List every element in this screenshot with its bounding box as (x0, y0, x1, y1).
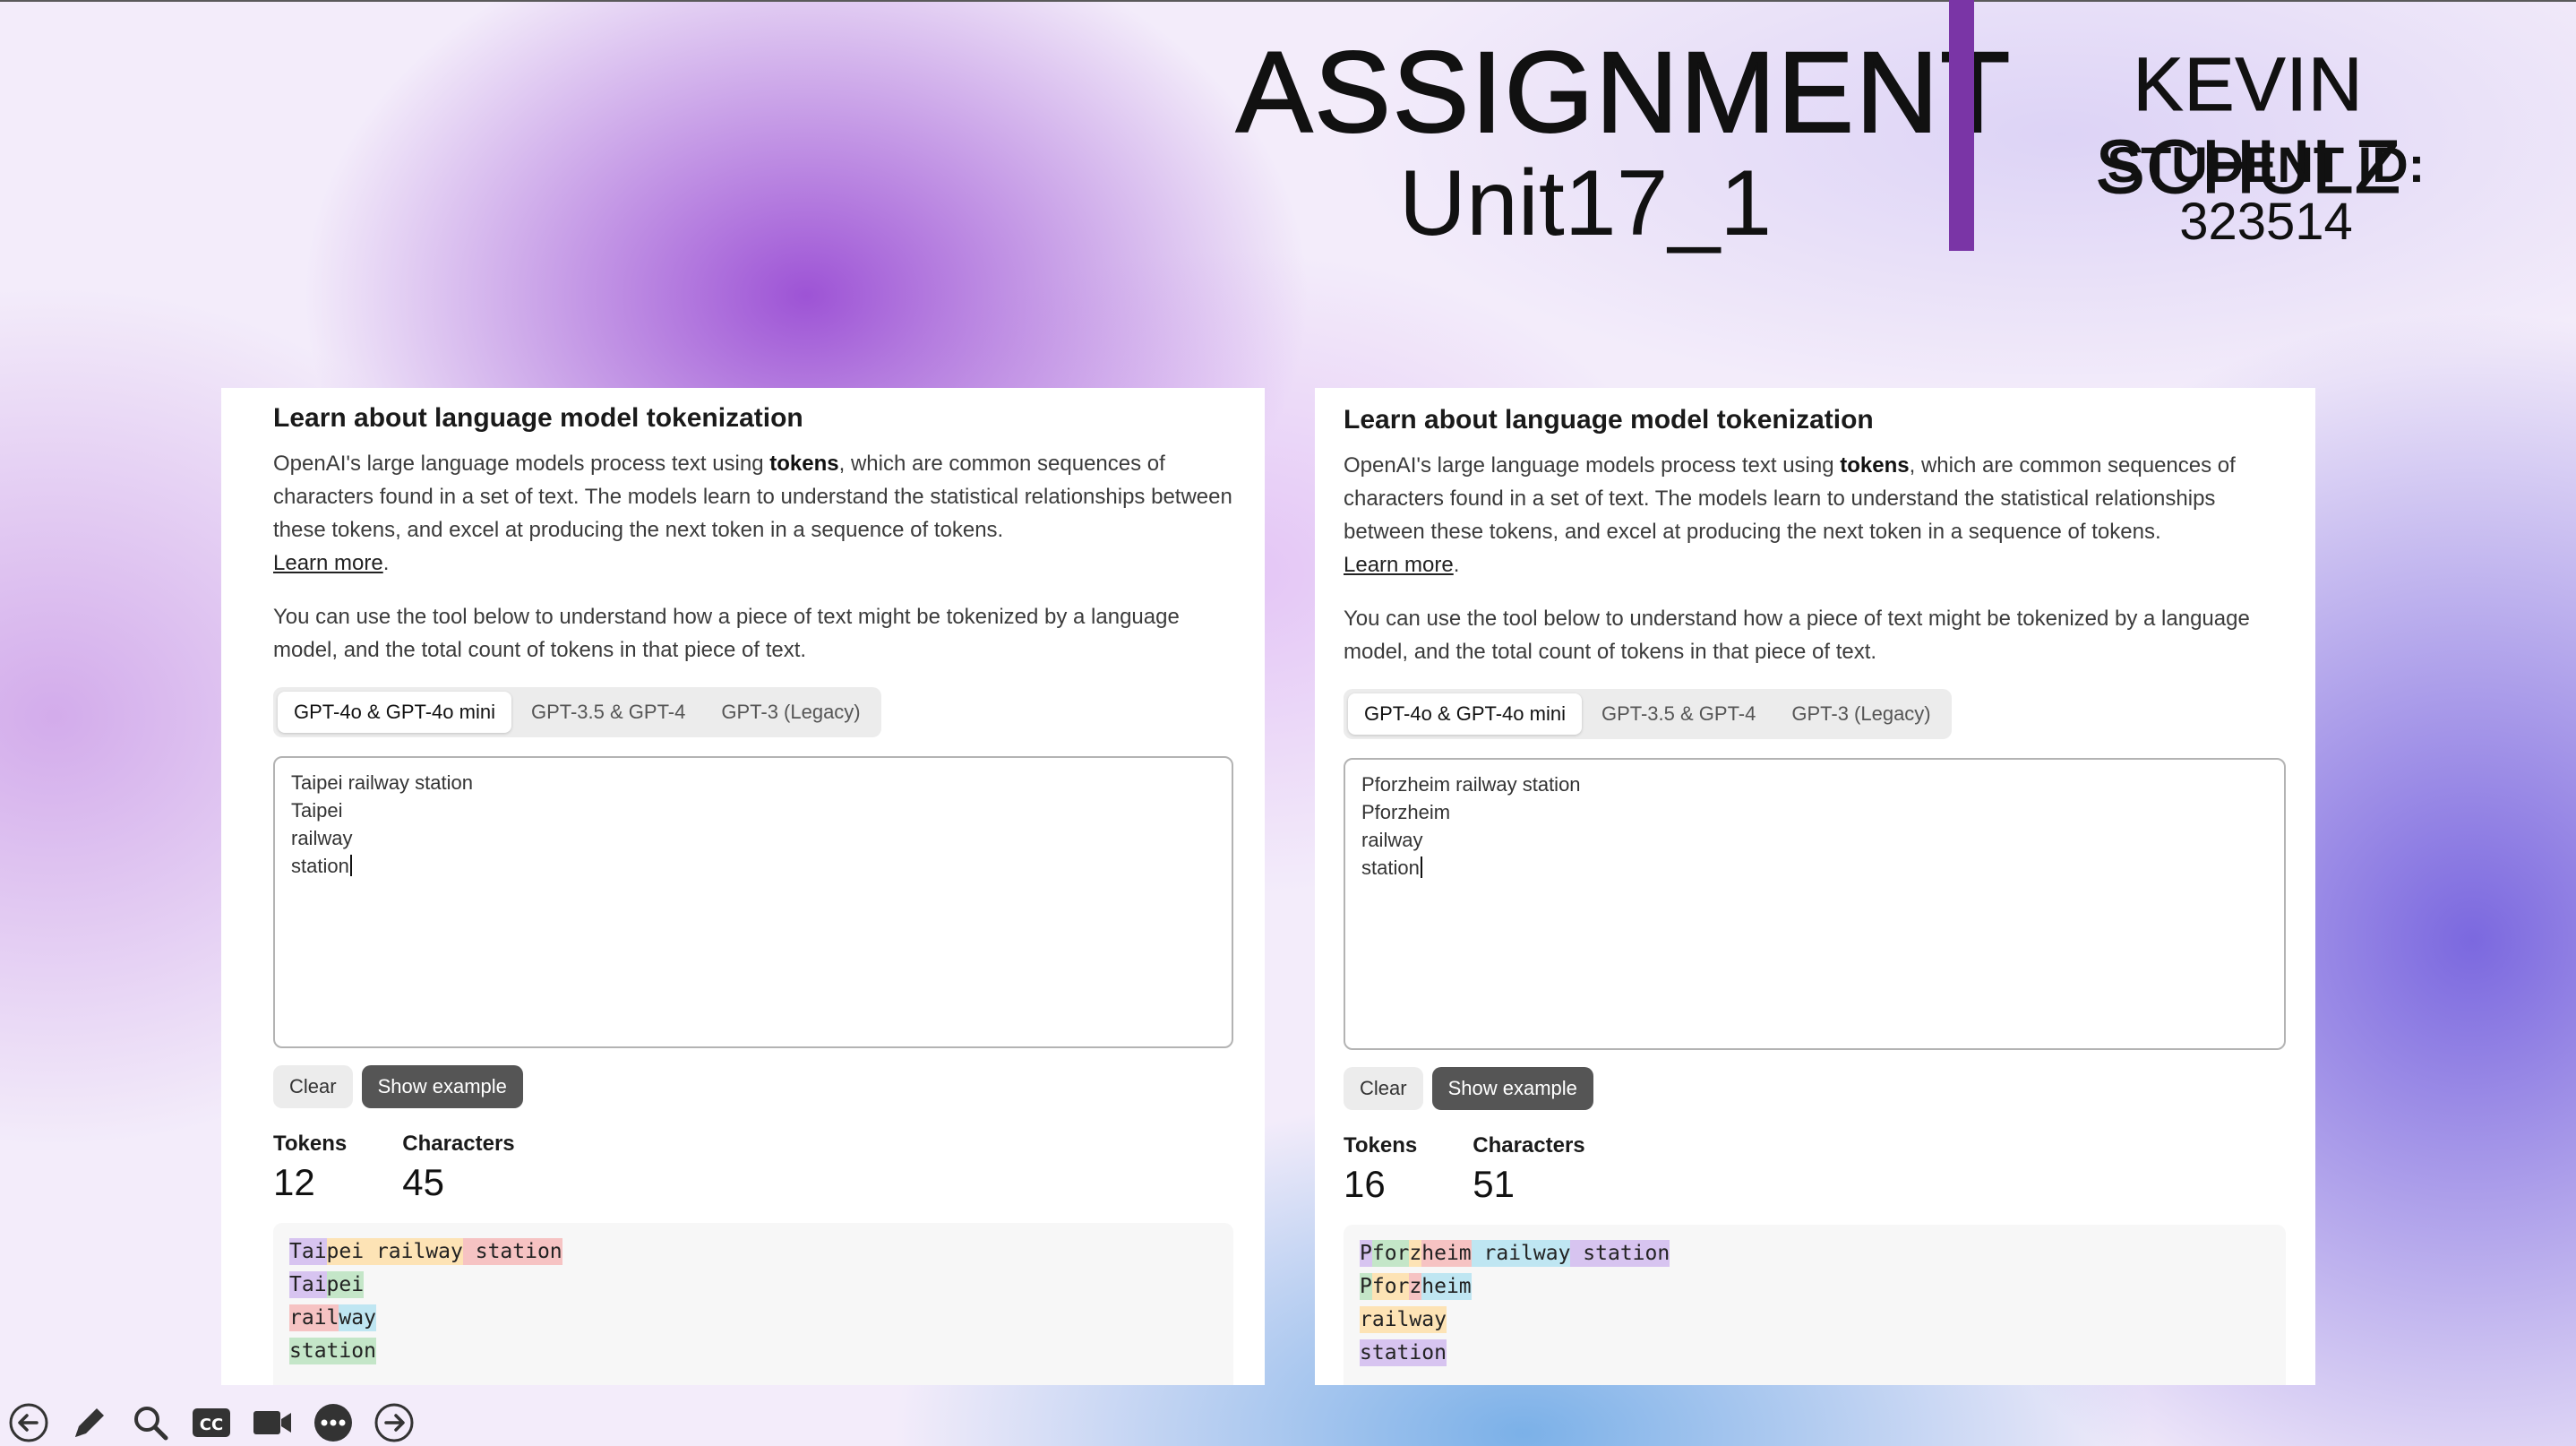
token-chip: z (1409, 1273, 1422, 1300)
token-chip: station (1570, 1240, 1670, 1267)
tab-gpt-3-legacy[interactable]: GPT-3 (Legacy) (705, 692, 876, 733)
token-line: railway (289, 1302, 1217, 1335)
token-stats: Tokens 12 Characters 45 (273, 1130, 1233, 1207)
token-chip: way (339, 1304, 376, 1331)
token-chip: station (462, 1238, 562, 1265)
token-line: Pforzheim railway station (1360, 1237, 2270, 1270)
learn-more-link[interactable]: Learn more (1344, 553, 1454, 577)
tab-gpt-3-legacy[interactable]: GPT-3 (Legacy) (1775, 693, 1946, 735)
tokens-label: Tokens (1344, 1133, 1418, 1158)
tab-gpt-4o[interactable]: GPT-4o & GPT-4o mini (278, 692, 511, 733)
input-line-last: station (291, 852, 1215, 880)
assignment-title: ASSIGNMENT (1235, 29, 2013, 157)
assignment-subtitle: Unit17_1 (1398, 151, 1773, 255)
tokens-count: 12 (273, 1161, 315, 1203)
token-chip: station (1360, 1339, 1447, 1366)
show-example-button[interactable]: Show example (361, 1065, 523, 1108)
clear-button[interactable]: Clear (273, 1065, 353, 1108)
token-chip: rail (289, 1304, 339, 1331)
more-options-icon[interactable] (308, 1401, 358, 1444)
model-tabs: GPT-4o & GPT-4o mini GPT-3.5 & GPT-4 GPT… (273, 687, 881, 737)
token-line: station (1360, 1337, 2270, 1370)
token-line: station (289, 1335, 1217, 1368)
token-chip: heim (1421, 1240, 1472, 1267)
text-caret (349, 855, 352, 876)
input-line: Pforzheim railway station (1361, 773, 1581, 796)
model-tabs: GPT-4o & GPT-4o mini GPT-3.5 & GPT-4 GPT… (1344, 689, 1952, 739)
clear-button[interactable]: Clear (1344, 1067, 1423, 1110)
token-chip: Tai (289, 1271, 327, 1298)
top-border-line (0, 0, 2576, 2)
intro-paragraph: OpenAI's large language models process t… (273, 452, 1232, 575)
token-line: Taipei railway station (289, 1235, 1217, 1269)
characters-label: Characters (402, 1132, 515, 1156)
video-camera-icon[interactable] (247, 1401, 297, 1444)
token-chip: P (1360, 1240, 1372, 1267)
token-line: Pforzheim (1360, 1270, 2270, 1304)
magnifier-icon[interactable] (125, 1401, 176, 1444)
tokens-count: 16 (1344, 1163, 1386, 1205)
tab-gpt-3-5[interactable]: GPT-3.5 & GPT-4 (515, 692, 701, 733)
text-caret (1420, 856, 1422, 878)
forward-arrow-icon[interactable] (369, 1401, 419, 1444)
characters-count: 45 (402, 1161, 444, 1203)
characters-count: 51 (1473, 1163, 1515, 1205)
token-line: railway (1360, 1304, 2270, 1337)
student-id-label: STUDENT ID: (2107, 136, 2426, 193)
pen-icon[interactable] (64, 1401, 115, 1444)
text-input-area[interactable]: Taipei railway station Taipei railway st… (273, 756, 1233, 1048)
token-chip: railway (1360, 1306, 1447, 1333)
input-line: railway (1361, 829, 1423, 851)
closed-captions-icon[interactable]: CC (186, 1401, 236, 1444)
token-chip: station (289, 1338, 376, 1364)
token-chip: z (1409, 1240, 1422, 1267)
token-chip: P (1360, 1273, 1372, 1300)
tokenized-output: Taipei railway station Taipei railway stati… (273, 1223, 1233, 1385)
tokenizer-screenshot-left: Learn about language model tokenization … (221, 388, 1265, 1385)
input-line: Taipei (291, 799, 343, 822)
token-chip: Tai (289, 1238, 327, 1265)
token-chip: pei (326, 1238, 365, 1265)
intro-paragraph: OpenAI's large language models process t… (1344, 453, 2236, 577)
input-line: railway (291, 827, 353, 849)
input-line: Taipei railway station (291, 771, 473, 794)
characters-label: Characters (1473, 1133, 1585, 1158)
text-input-area[interactable]: Pforzheim railway station Pforzheim rail… (1344, 758, 2286, 1050)
token-chip: pei (326, 1271, 365, 1298)
token-stats: Tokens 16 Characters 51 (1344, 1132, 2286, 1209)
tab-gpt-4o[interactable]: GPT-4o & GPT-4o mini (1348, 693, 1582, 735)
input-line: Pforzheim (1361, 801, 1451, 823)
panel-title: Learn about language model tokenization (273, 403, 803, 433)
token-chip: for (1371, 1240, 1410, 1267)
learn-more-link[interactable]: Learn more (273, 551, 383, 575)
svg-text:CC: CC (200, 1416, 223, 1434)
tokenizer-screenshot-right: Learn about language model tokenization … (1315, 388, 2315, 1385)
student-id-value: 323514 (2179, 193, 2353, 251)
token-chip: railway (1471, 1240, 1571, 1267)
token-chip: for (1371, 1273, 1410, 1300)
token-line: Taipei (289, 1269, 1217, 1302)
tool-description: You can use the tool below to understand… (273, 605, 1180, 662)
header-divider-bar (1949, 0, 1974, 251)
input-line-last: station (1361, 854, 2268, 882)
tab-gpt-3-5[interactable]: GPT-3.5 & GPT-4 (1585, 693, 1772, 735)
token-chip: heim (1421, 1273, 1472, 1300)
tokenized-output: Pforzheim railway station Pforzheim railwa… (1344, 1225, 2286, 1385)
tool-description: You can use the tool below to understand… (1344, 607, 2250, 664)
back-arrow-icon[interactable] (4, 1401, 54, 1444)
tokens-label: Tokens (273, 1132, 348, 1156)
token-chip: railway (364, 1238, 463, 1265)
presentation-toolbar: CC (4, 1401, 419, 1444)
panel-title: Learn about language model tokenization (1344, 405, 1874, 435)
show-example-button[interactable]: Show example (1431, 1067, 1593, 1110)
